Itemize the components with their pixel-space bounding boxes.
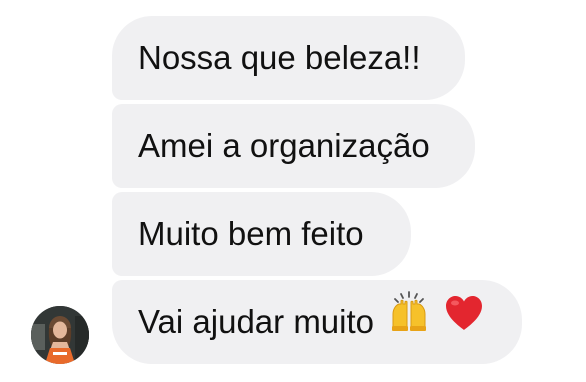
red-heart-icon	[444, 279, 484, 363]
message-text: Nossa que beleza!!	[138, 39, 421, 76]
message-bubble[interactable]: Muito bem feito	[112, 192, 411, 276]
message-thread: Nossa que beleza!! Amei a organização Mu…	[0, 0, 586, 382]
message-text: Vai ajudar muito	[138, 303, 375, 340]
raising-hands-icon	[389, 279, 429, 363]
message-bubble[interactable]: Vai ajudar muito	[112, 280, 522, 364]
message-bubble[interactable]: Nossa que beleza!!	[112, 16, 465, 100]
message-text: Amei a organização	[138, 127, 430, 164]
avatar[interactable]	[31, 306, 89, 364]
message-bubble[interactable]: Amei a organização	[112, 104, 475, 188]
message-text: Muito bem feito	[138, 215, 364, 252]
